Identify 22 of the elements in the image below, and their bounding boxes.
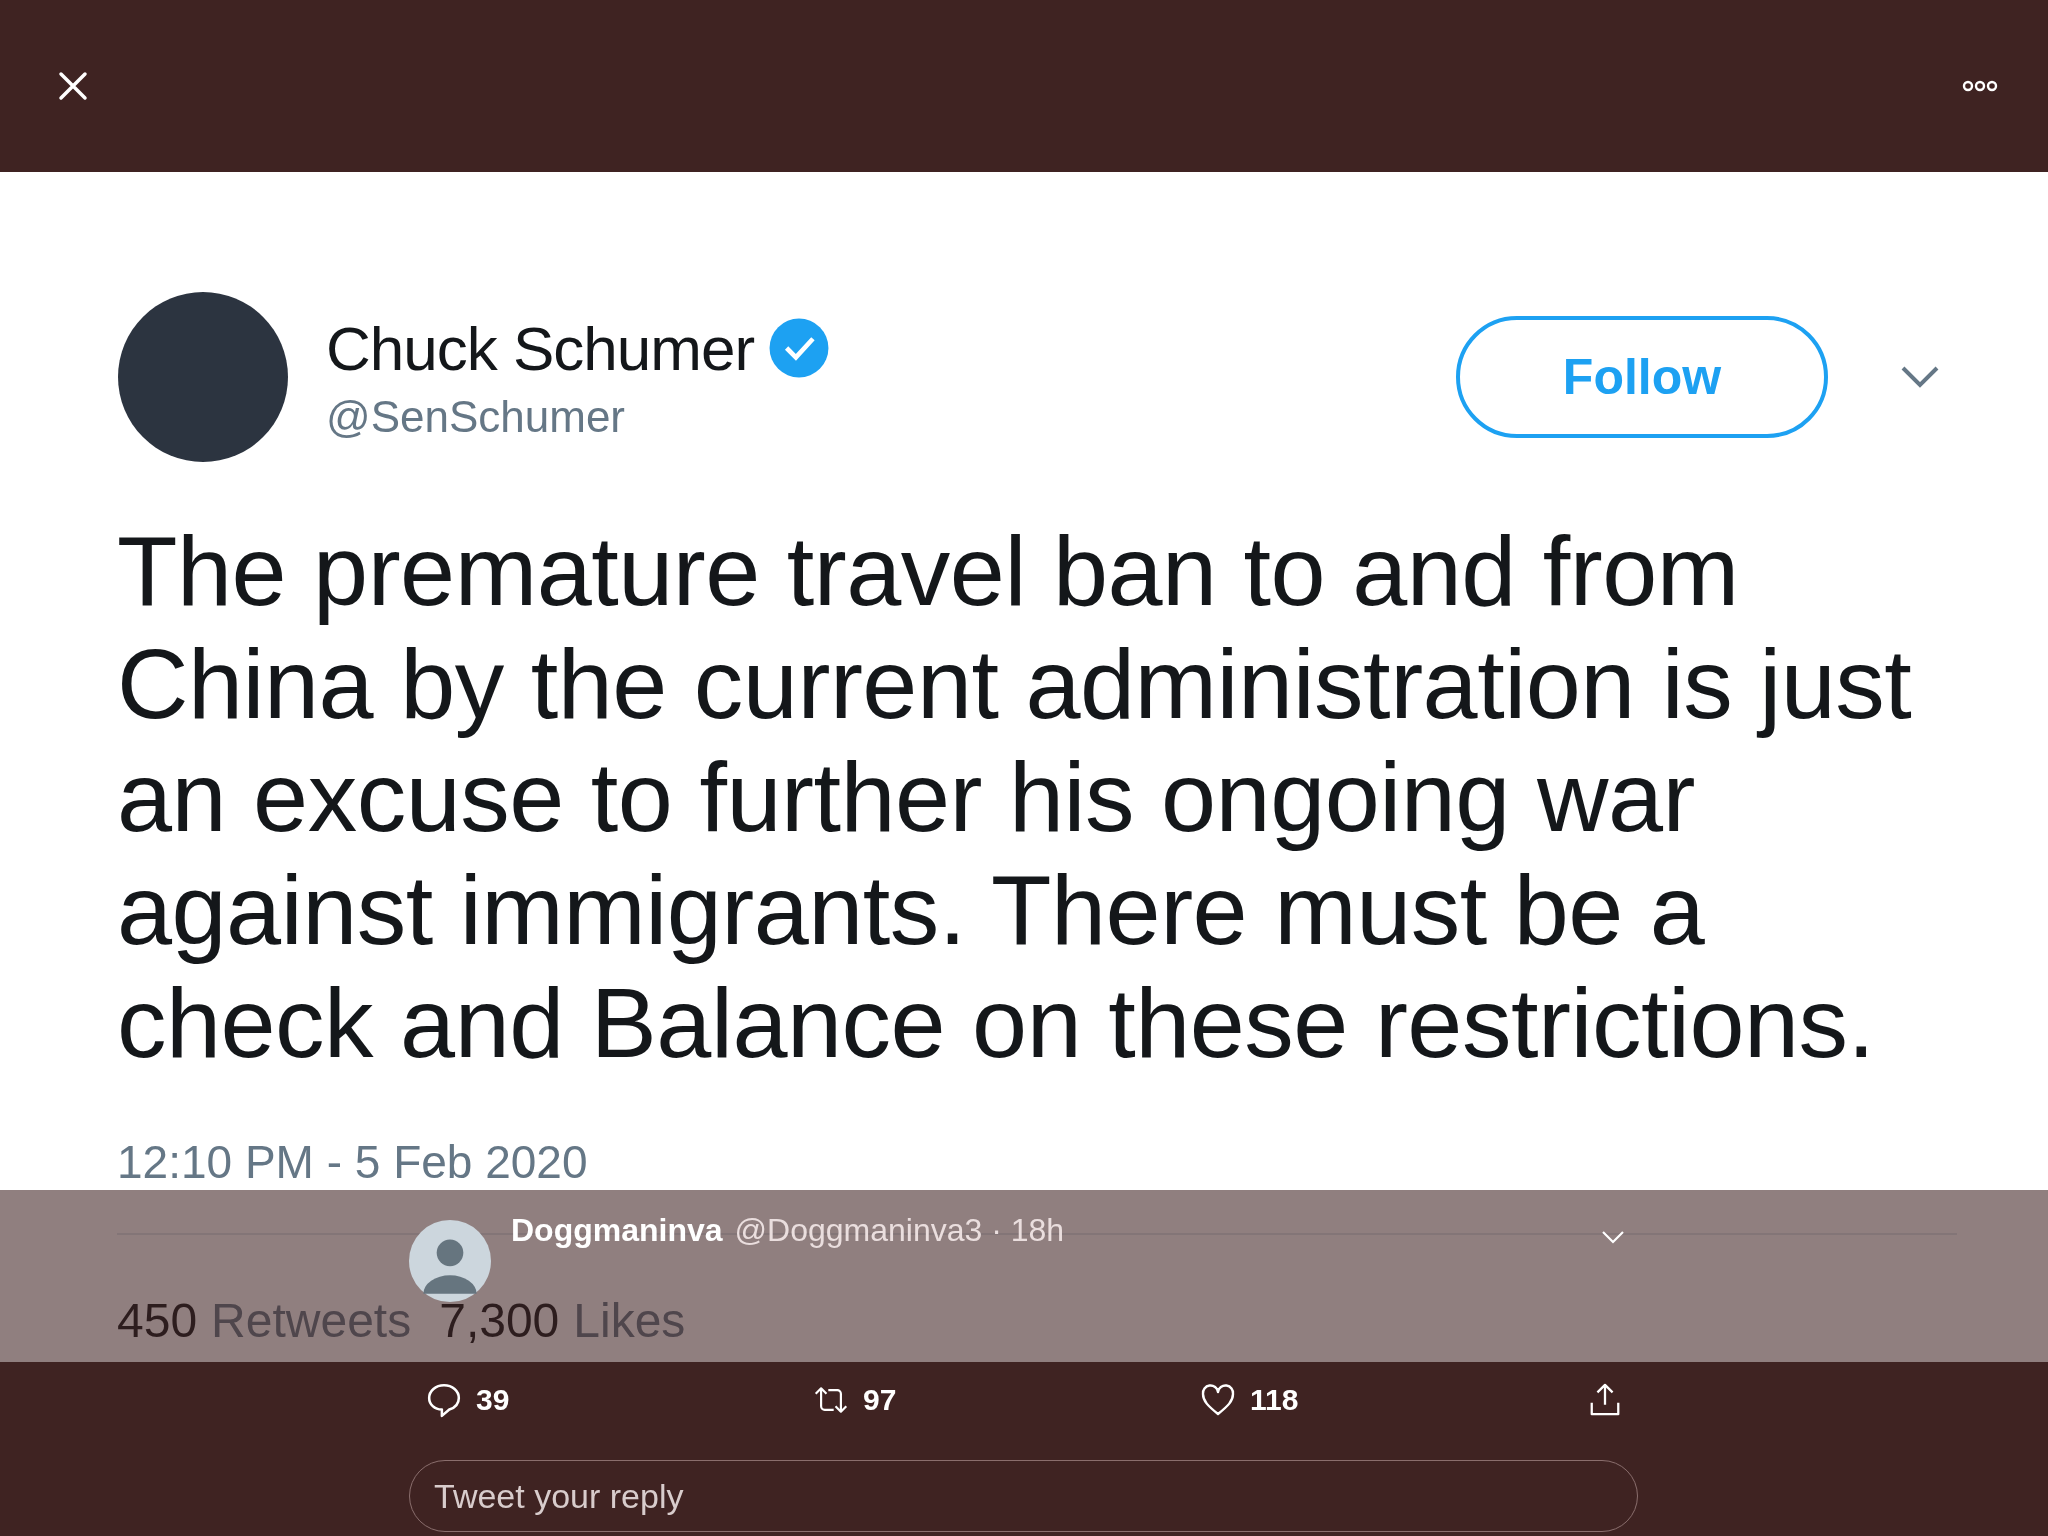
tweet-timestamp: 12:10 PM - 5 Feb 2020 — [117, 1135, 589, 1189]
reply-author: Doggmaninva — [511, 1212, 723, 1249]
chevron-down-icon — [1900, 365, 1940, 389]
user-silhouette-icon — [409, 1220, 491, 1302]
retweets-label: Retweets — [211, 1293, 412, 1348]
like-count: 7,300 — [439, 1293, 560, 1348]
likes-label: Likes — [573, 1293, 686, 1348]
author-handle: @SenSchumer — [326, 391, 627, 442]
reply-input-field[interactable]: Tweet your reply — [409, 1460, 1638, 1532]
heart-icon[interactable] — [1200, 1382, 1236, 1418]
more-icon[interactable] — [1962, 80, 1998, 92]
reply-handle-time: @Doggmaninva3 · 18h — [734, 1212, 1065, 1249]
action-count: 118 — [1250, 1383, 1299, 1417]
speech-bubble-icon[interactable] — [426, 1382, 462, 1418]
close-icon[interactable] — [58, 71, 88, 101]
action-count: 39 — [476, 1383, 510, 1417]
follow-button[interactable]: Follow — [1456, 316, 1828, 438]
retweet-count: 450 — [117, 1293, 198, 1348]
chevron-down-icon[interactable] — [1601, 1230, 1625, 1244]
tweet-text: The premature travel ban to and from China by the current administration is just an excuse to further his ongoing war against immigrants. There must be a check and Balance on these restrictions. — [117, 514, 1913, 1079]
author-name: Chuck Schumer — [326, 312, 755, 384]
action-count: 97 — [863, 1383, 897, 1417]
